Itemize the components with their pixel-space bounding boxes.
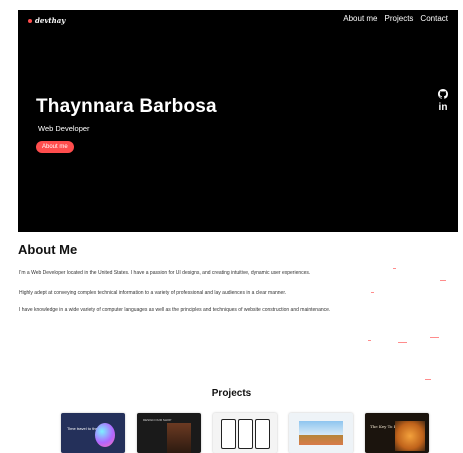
logo-text: devthay: [35, 16, 66, 25]
hero-section: devthay About me Projects Contact Thaynn…: [18, 10, 458, 232]
project-image: [167, 423, 191, 453]
project-card[interactable]: [213, 413, 277, 453]
logo[interactable]: devthay: [28, 16, 65, 25]
project-card[interactable]: [289, 413, 353, 453]
about-title: About Me: [18, 242, 78, 257]
hero-name: Thaynnara Barbosa: [36, 96, 217, 117]
about-paragraph: Highly adept at conveying complex techni…: [19, 290, 287, 296]
logo-dot-icon: [28, 18, 32, 23]
nav-contact[interactable]: Contact: [420, 14, 448, 23]
project-image: [395, 421, 425, 451]
floating-word-decoration: ▬▬▬: [398, 340, 407, 344]
main-nav: About me Projects Contact: [343, 14, 448, 23]
floating-word-decoration: ▬: [393, 266, 396, 270]
nav-projects[interactable]: Projects: [385, 14, 414, 23]
linkedin-icon[interactable]: in: [439, 103, 448, 113]
floating-word-decoration: ▬▬: [425, 377, 431, 381]
floating-word-decoration: ▬▬▬: [430, 335, 439, 339]
floating-word-decoration: ▬: [371, 290, 374, 294]
project-card[interactable]: The Key To Fine: [365, 413, 429, 453]
about-me-button[interactable]: About me: [36, 141, 74, 153]
projects-grid: Time travel to the future. DESIGN OUR SH…: [61, 413, 429, 453]
project-card-caption: DESIGN OUR SHOP: [143, 418, 172, 422]
about-paragraph: I'm a Web Developer located in the Unite…: [19, 270, 311, 276]
about-paragraph: I have knowledge in a wide variety of co…: [19, 307, 331, 313]
project-card[interactable]: Time travel to the future.: [61, 413, 125, 453]
hero-role: Web Developer: [38, 124, 90, 133]
floating-word-decoration: ▬: [368, 338, 371, 342]
project-image: [299, 421, 343, 435]
project-image: [299, 435, 343, 445]
project-image: [95, 423, 115, 447]
nav-about-me[interactable]: About me: [343, 14, 377, 23]
github-icon[interactable]: [438, 89, 448, 99]
social-links: in: [438, 89, 448, 113]
floating-word-decoration: ▬▬: [440, 278, 446, 282]
project-card[interactable]: DESIGN OUR SHOP: [137, 413, 201, 453]
projects-title: Projects: [211, 388, 252, 399]
